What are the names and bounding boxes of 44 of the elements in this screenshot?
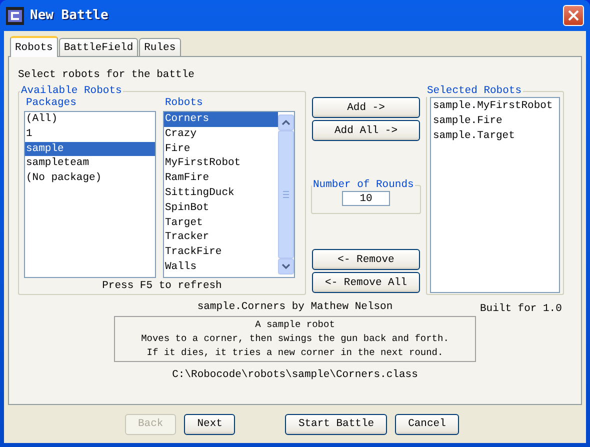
tab[interactable]: Rules <box>139 38 181 56</box>
rounds-input[interactable]: 10 <box>342 191 390 206</box>
add-button[interactable]: Add All -> <box>312 120 420 141</box>
list-item[interactable]: Walls <box>164 260 278 275</box>
list-item[interactable]: sample.Target <box>432 128 558 144</box>
list-item[interactable]: Tracker <box>164 230 278 246</box>
list-item[interactable]: (No package) <box>25 171 155 186</box>
remove-button[interactable]: <- Remove <box>312 249 420 270</box>
refresh-hint: Press F5 to refresh <box>101 280 223 292</box>
list-item[interactable]: Fire <box>164 142 278 156</box>
list-item[interactable]: Corners <box>164 112 278 127</box>
list-item[interactable]: (All) <box>25 112 155 127</box>
list-item[interactable]: sample.MyFirstRobot <box>432 99 558 114</box>
instruction-text: Select robots for the battle <box>18 69 196 83</box>
description-line: If it dies, it tries a new corner in the next round. <box>146 346 444 360</box>
list-item[interactable]: SpinBot <box>164 200 278 216</box>
list-heading: Packages <box>25 97 78 111</box>
list-item[interactable]: 1 <box>25 126 155 142</box>
group-title: Selected Robots <box>426 85 523 97</box>
list-item[interactable]: Crazy <box>164 126 278 142</box>
footer-button[interactable]: Cancel <box>395 414 459 434</box>
list-heading: Robots <box>164 97 204 111</box>
group-title: Available Robots <box>20 85 123 97</box>
robot-name-text: sample.Corners by Mathew Nelson <box>197 301 393 313</box>
list-item[interactable]: Target <box>164 216 278 230</box>
window-title: New Battle <box>30 8 110 23</box>
footer-button[interactable]: Next <box>184 414 236 434</box>
description-line: Moves to a corner, then swings the gun back and forth. <box>141 332 449 346</box>
tab[interactable]: BattleField <box>58 38 138 56</box>
file-path-text: C:\Robocode\robots\sample\Corners.class <box>172 369 418 381</box>
list-item[interactable]: sample <box>25 142 155 156</box>
version-text: Built for 1.0 <box>480 303 562 317</box>
list-item[interactable]: sampleteam <box>25 156 155 172</box>
list-item[interactable]: RamFire <box>164 171 278 186</box>
footer-button[interactable]: Start Battle <box>285 414 388 434</box>
description-line: A sample robot <box>255 318 335 332</box>
list-item[interactable]: TrackFire <box>164 245 278 260</box>
list-item[interactable]: MyFirstRobot <box>164 156 278 172</box>
add-button[interactable]: Add -> <box>312 97 420 118</box>
list-item[interactable]: sample.Fire <box>432 114 558 129</box>
tab[interactable]: Robots <box>10 36 58 57</box>
remove-button[interactable]: <- Remove All <box>312 272 420 293</box>
list-item[interactable]: SittingDuck <box>164 186 278 201</box>
group-title: Number of Rounds <box>312 179 415 191</box>
